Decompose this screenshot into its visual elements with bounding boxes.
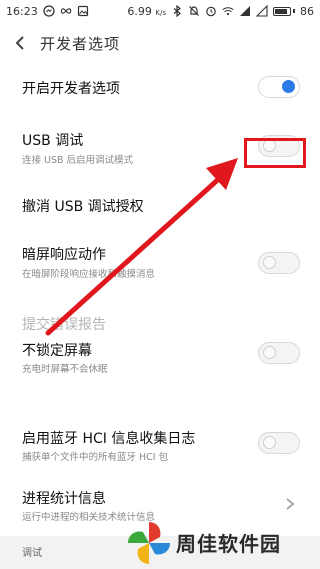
mute-bell-icon — [188, 5, 200, 17]
image-icon — [77, 5, 89, 17]
bluetooth-icon — [171, 5, 183, 17]
developer-options-screen: 16:23 6.99 K/s 86 开发者选项 开启开发者选项 USB 调试 连… — [0, 0, 320, 569]
row-subtitle: 充电时屏幕不会休眠 — [22, 364, 108, 375]
messenger-icon — [43, 5, 55, 17]
row-title: 进程统计信息 — [22, 491, 106, 507]
status-bar: 16:23 6.99 K/s 86 — [0, 0, 320, 22]
screen-off-response-row[interactable]: 暗屏响应动作 在暗屏阶段响应接收和触摸消息 — [0, 234, 320, 290]
chevron-left-icon — [15, 36, 24, 50]
developer-options-row[interactable]: 开启开发者选项 — [0, 64, 320, 114]
signal-icon — [239, 5, 251, 17]
row-title: USB 调试 — [22, 133, 84, 149]
status-time: 16:23 — [6, 4, 38, 18]
alarm-icon — [205, 5, 217, 17]
battery-percent: 86 — [300, 4, 314, 18]
row-title: 暗屏响应动作 — [22, 247, 106, 263]
row-subtitle: 捕获单个文件中的所有蓝牙 HCI 包 — [22, 452, 169, 463]
bluetooth-hci-log-toggle[interactable] — [258, 432, 300, 454]
back-button[interactable] — [0, 22, 40, 64]
stay-awake-row[interactable]: 不锁定屏幕 充电时屏幕不会休眠 — [0, 334, 320, 390]
row-title: 不锁定屏幕 — [22, 343, 92, 359]
signal-icon-2 — [256, 5, 268, 17]
row-subtitle: 连接 USB 后启用调试模式 — [22, 155, 134, 166]
page-title: 开发者选项 — [40, 34, 121, 53]
section-label: 调试 — [22, 548, 42, 559]
watermark: 周佳软件园 — [124, 518, 320, 569]
bluetooth-hci-log-row[interactable]: 启用蓝牙 HCI 信息收集日志 捕获单个文件中的所有蓝牙 HCI 包 — [0, 420, 320, 476]
pinwheel-logo-icon — [128, 522, 170, 564]
header-bar: 开发者选项 — [0, 22, 320, 64]
battery-indicator — [273, 6, 295, 16]
revoke-usb-authorization-row[interactable]: 撤消 USB 调试授权 — [0, 180, 320, 228]
chevron-right-icon — [286, 498, 295, 510]
row-title: 开启开发者选项 — [22, 81, 120, 97]
row-subtitle: 在暗屏阶段响应接收和触摸消息 — [22, 269, 156, 280]
infinity-icon — [60, 5, 72, 17]
developer-options-toggle[interactable] — [258, 76, 300, 98]
row-title: 启用蓝牙 HCI 信息收集日志 — [22, 431, 196, 447]
wifi-icon — [222, 5, 234, 17]
network-speed: 6.99 K/s — [127, 4, 166, 18]
stay-awake-toggle[interactable] — [258, 342, 300, 364]
row-title: 提交错误报告 — [22, 317, 106, 333]
row-title: 撤消 USB 调试授权 — [22, 199, 144, 215]
screen-off-response-toggle[interactable] — [258, 252, 300, 274]
watermark-text: 周佳软件园 — [176, 532, 281, 556]
highlight-box — [244, 138, 306, 168]
